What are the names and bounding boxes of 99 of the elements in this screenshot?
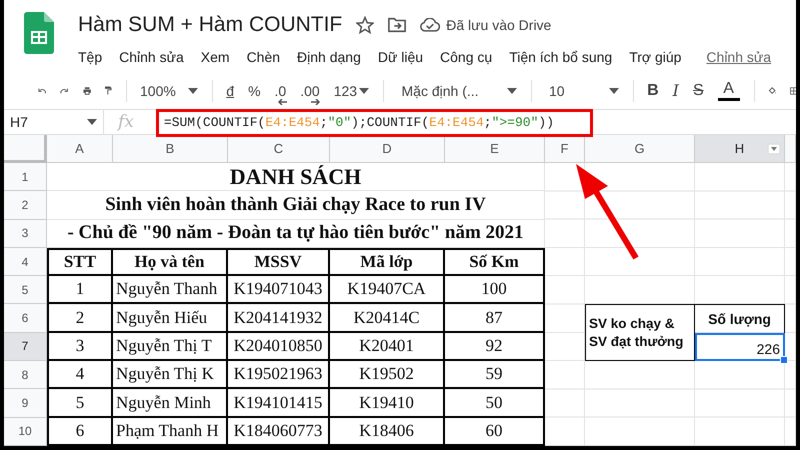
table-cell: 6 bbox=[47, 418, 113, 446]
table-cell: Nguyễn Hiếu bbox=[113, 304, 228, 333]
table-cell: K19407CA bbox=[330, 276, 445, 304]
name-box-dropdown-icon bbox=[87, 119, 97, 125]
menu-item[interactable]: Tệp bbox=[78, 49, 102, 65]
menu-item[interactable]: Xem bbox=[200, 49, 230, 65]
menu-item[interactable]: Chỉnh sửa bbox=[119, 49, 184, 65]
column-header[interactable]: H bbox=[695, 135, 785, 163]
menu-item[interactable]: Công cụ bbox=[440, 49, 492, 65]
row-header[interactable]: 4 bbox=[4, 248, 47, 276]
column-heading: Họ và tên bbox=[113, 248, 228, 276]
formula-text[interactable]: =SUM(COUNTIF(E4:E454;"0");COUNTIF(E4:E454;">=90")) bbox=[164, 114, 554, 130]
dropdown-icon bbox=[188, 88, 198, 94]
table-cell: 87 bbox=[445, 304, 545, 333]
cell-reference[interactable]: H7 bbox=[10, 114, 28, 130]
table-cell: 5 bbox=[47, 389, 113, 418]
column-heading: STT bbox=[47, 248, 113, 276]
strikethrough-button[interactable]: S bbox=[692, 82, 704, 100]
row-header[interactable]: 6 bbox=[4, 304, 47, 333]
column-menu-icon[interactable] bbox=[768, 144, 780, 154]
fx-label: fx bbox=[116, 112, 135, 132]
decrease-decimals-button[interactable]: .0 bbox=[274, 82, 286, 98]
column-header[interactable]: E bbox=[445, 135, 545, 163]
table-cell: Nguyễn Thị T bbox=[113, 332, 228, 362]
selected-cell[interactable]: 226 bbox=[695, 332, 785, 362]
menu-item[interactable]: Tiện ích bổ sung bbox=[509, 49, 612, 65]
sheets-logo-icon[interactable] bbox=[24, 12, 54, 54]
column-header[interactable]: G bbox=[585, 135, 695, 163]
table-cell: 1 bbox=[47, 276, 113, 304]
row-header[interactable]: 10 bbox=[4, 418, 47, 446]
sheet-title: DANH SÁCH bbox=[47, 163, 545, 192]
row-header[interactable]: 9 bbox=[4, 389, 47, 418]
table-cell: K204010850 bbox=[228, 332, 330, 362]
table-cell: 60 bbox=[445, 418, 545, 446]
text-color-button[interactable]: A bbox=[718, 80, 740, 100]
table-cell: 50 bbox=[445, 389, 545, 418]
row-header[interactable]: 2 bbox=[4, 191, 47, 220]
sheet-theme: - Chủ đề "90 năm - Đoàn ta tự hào tiên bước" năm 2021 bbox=[47, 220, 545, 248]
dropdown-icon bbox=[506, 88, 517, 94]
zoom-dropdown[interactable]: 100% bbox=[140, 82, 198, 98]
menu-item[interactable]: Trợ giúp bbox=[629, 49, 682, 65]
table-cell: K195021963 bbox=[228, 361, 330, 390]
menu-item[interactable]: Chèn bbox=[246, 49, 280, 65]
right-arrow-icon bbox=[310, 98, 320, 104]
column-header[interactable]: D bbox=[330, 135, 445, 163]
menu-item[interactable]: Định dạng bbox=[297, 49, 361, 65]
column-header[interactable]: C bbox=[228, 135, 330, 163]
summary-heading: Số lượng bbox=[695, 304, 785, 333]
row-header[interactable]: 3 bbox=[4, 220, 47, 248]
table-cell: K20414C bbox=[330, 304, 445, 333]
table-cell: K204141932 bbox=[228, 304, 330, 333]
table-cell: K20401 bbox=[330, 332, 445, 362]
percent-button[interactable]: % bbox=[248, 82, 261, 98]
star-icon[interactable] bbox=[356, 16, 374, 34]
fill-handle[interactable] bbox=[780, 356, 788, 364]
row-header[interactable]: 5 bbox=[4, 276, 47, 304]
table-cell: 92 bbox=[445, 332, 545, 362]
dropdown-icon bbox=[359, 88, 370, 94]
row-header[interactable]: 8 bbox=[4, 361, 47, 390]
table-cell: 59 bbox=[445, 361, 545, 390]
save-status: Đã lưu vào Drive bbox=[446, 17, 552, 33]
column-heading: MSSV bbox=[228, 248, 330, 276]
column-header[interactable]: A bbox=[47, 135, 113, 163]
left-arrow-icon bbox=[278, 98, 287, 104]
italic-button[interactable]: I bbox=[672, 81, 679, 100]
table-cell: Nguyễn Thanh bbox=[113, 276, 228, 304]
summary-label: SV ko chạy & SV đạt thưởng bbox=[585, 304, 695, 362]
table-cell: 3 bbox=[47, 332, 113, 362]
column-header[interactable]: B bbox=[113, 135, 228, 163]
row-header[interactable]: 1 bbox=[4, 163, 47, 192]
table-cell: 100 bbox=[445, 276, 545, 304]
font-dropdown[interactable]: Mặc định (... bbox=[402, 82, 517, 98]
table-cell: Nguyễn Minh bbox=[113, 389, 228, 418]
table-cell: K19410 bbox=[330, 389, 445, 418]
table-cell: K184060773 bbox=[228, 418, 330, 446]
menu-item[interactable]: Dữ liệu bbox=[378, 49, 424, 65]
cloud-check-icon[interactable] bbox=[420, 18, 440, 32]
table-cell: Phạm Thanh H bbox=[113, 418, 228, 446]
move-folder-icon[interactable] bbox=[388, 17, 406, 33]
font-size-dropdown[interactable]: 10 bbox=[549, 82, 619, 98]
column-heading: Số Km bbox=[445, 248, 545, 276]
table-cell: Nguyễn Thị K bbox=[113, 361, 228, 390]
table-cell: K18406 bbox=[330, 418, 445, 446]
number-format-dropdown[interactable]: 123 bbox=[334, 82, 370, 98]
row-header[interactable]: 7 bbox=[4, 332, 47, 362]
table-cell: K194101415 bbox=[228, 389, 330, 418]
table-cell: K19502 bbox=[330, 361, 445, 390]
bold-button[interactable]: B bbox=[647, 82, 659, 100]
table-cell: K194071043 bbox=[228, 276, 330, 304]
sheet-subtitle: Sinh viên hoàn thành Giải chạy Race to run IV bbox=[47, 191, 545, 220]
document-title[interactable]: Hàm SUM + Hàm COUNTIF bbox=[78, 13, 342, 37]
dropdown-icon bbox=[608, 88, 619, 94]
table-cell: 4 bbox=[47, 361, 113, 390]
table-cell: 2 bbox=[47, 304, 113, 333]
column-header[interactable]: F bbox=[545, 135, 585, 163]
currency-button[interactable]: đ bbox=[226, 82, 234, 98]
edit-history-link[interactable]: Chỉnh sửa bbox=[706, 49, 772, 65]
increase-decimals-button[interactable]: .00 bbox=[300, 82, 320, 98]
column-heading: Mã lớp bbox=[330, 248, 445, 276]
